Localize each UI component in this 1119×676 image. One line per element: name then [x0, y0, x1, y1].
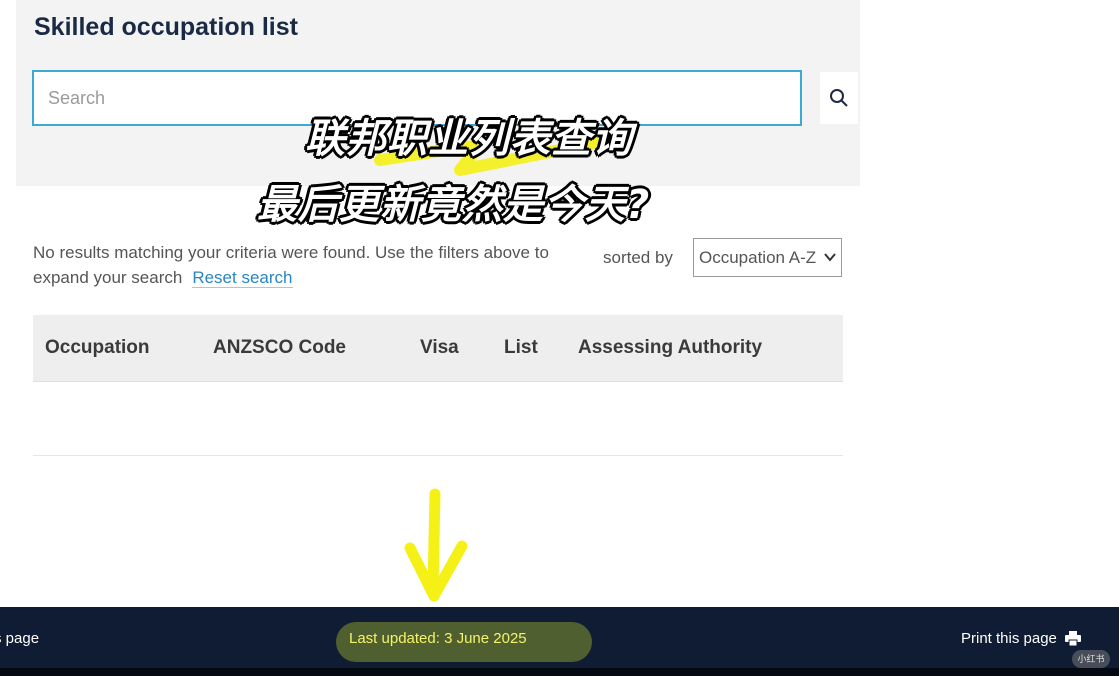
reset-search-link[interactable]: Reset search: [192, 268, 293, 288]
printer-icon: [1064, 631, 1081, 646]
sort-select-value: Occupation A-Z: [699, 247, 817, 267]
print-page-button[interactable]: Print this page: [961, 630, 1081, 647]
page-title: Skilled occupation list: [34, 13, 298, 41]
footer-link[interactable]: s page: [0, 630, 39, 647]
sort-select[interactable]: Occupation A-Z: [693, 238, 842, 277]
column-header-list[interactable]: List: [504, 337, 538, 359]
last-updated-text: Last updated: 3 June 2025: [349, 630, 527, 647]
column-header-assessing-authority[interactable]: Assessing Authority: [578, 337, 762, 359]
sorted-by-label: sorted by: [603, 248, 673, 267]
column-header-anzsco-code[interactable]: ANZSCO Code: [213, 337, 346, 359]
column-header-visa[interactable]: Visa: [420, 337, 459, 359]
watermark-logo: 小红书: [1072, 650, 1110, 668]
arrow-down-icon: [404, 488, 468, 602]
search-button[interactable]: [820, 72, 858, 124]
overlay-caption-line2: 最后更新竟然是今天?: [257, 182, 651, 228]
search-icon: [830, 89, 848, 107]
chevron-down-icon: [824, 253, 836, 262]
column-header-occupation[interactable]: Occupation: [45, 337, 150, 359]
page-footer: s page Last updated: 3 June 2025 Print t…: [0, 607, 1119, 676]
bottom-strip: [0, 668, 1119, 676]
no-results-message: No results matching your criteria were f…: [33, 240, 573, 290]
overlay-caption-line1: 联邦职业列表查询: [305, 116, 633, 162]
table-header: Occupation ANZSCO Code Visa List Assessi…: [33, 315, 843, 382]
print-page-label: Print this page: [961, 630, 1057, 647]
table-body-empty: [33, 382, 843, 456]
